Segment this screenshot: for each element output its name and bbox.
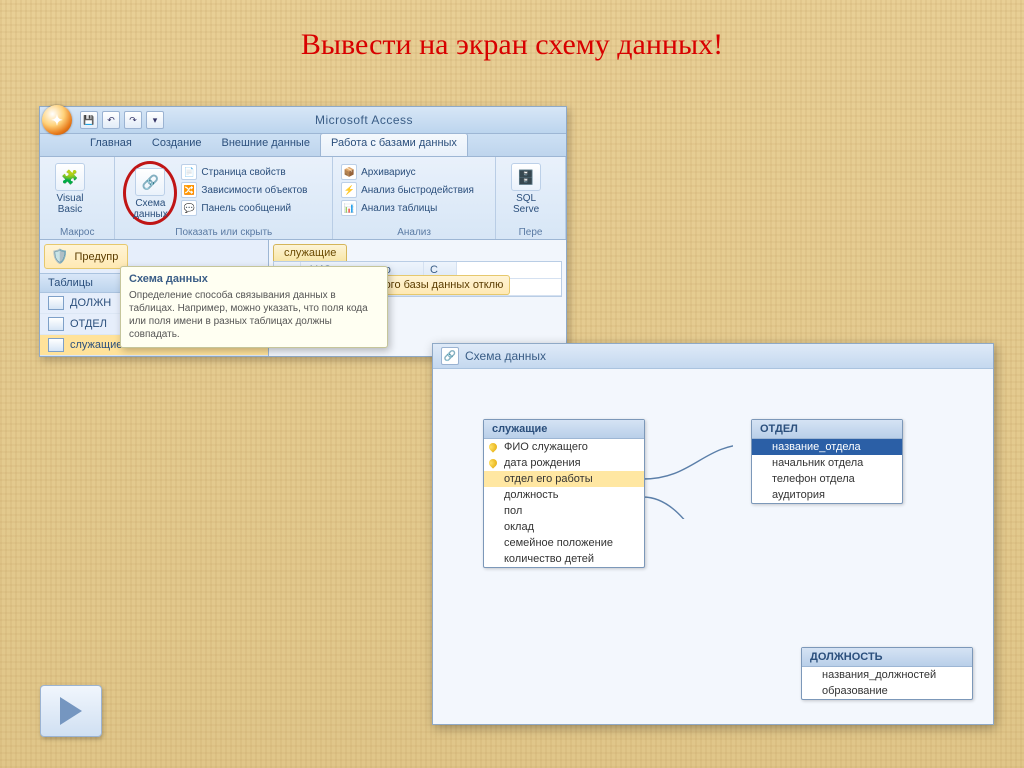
- field-selected[interactable]: название_отдела: [752, 439, 902, 455]
- msgbar-label: Панель сообщений: [201, 203, 291, 214]
- schema-highlight-circle: 🔗 Схема данных: [123, 161, 177, 225]
- qat-more-icon[interactable]: ▾: [146, 111, 164, 129]
- archiver-button[interactable]: 📦 Архивариус: [341, 163, 487, 181]
- shield-icon: 🛡️: [51, 248, 68, 265]
- ribbon-tabs: Главная Создание Внешние данные Работа с…: [40, 134, 566, 157]
- relationships-icon: 🔗: [135, 168, 165, 196]
- field-selected[interactable]: отдел его работы: [484, 471, 644, 487]
- relationships-icon: 🔗: [441, 347, 459, 365]
- table-box-department[interactable]: ОТДЕЛ название_отдела начальник отдела т…: [751, 419, 903, 504]
- perf-icon: ⚡: [341, 182, 357, 198]
- title-bar: ✦ 💾 ↶ ↷ ▾ Microsoft Access: [40, 107, 566, 134]
- field[interactable]: названия_должностей: [802, 667, 972, 683]
- antable-button[interactable]: 📊 Анализ таблицы: [341, 199, 487, 217]
- play-button[interactable]: [40, 685, 102, 737]
- security-label: Предупр: [74, 251, 118, 263]
- prop-page-label: Страница свойств: [201, 167, 285, 178]
- schema-titlebar[interactable]: 🔗 Схема данных: [433, 344, 993, 369]
- field[interactable]: семейное положение: [484, 535, 644, 551]
- table-header[interactable]: служащие: [484, 420, 644, 439]
- antable-icon: 📊: [341, 200, 357, 216]
- group-move-label: Пере: [496, 227, 565, 238]
- qat-redo-icon[interactable]: ↷: [124, 111, 142, 129]
- group-macros: 🧩 Visual Basic Макрос: [40, 157, 115, 239]
- sqlserver-button[interactable]: 🗄️ SQL Serve: [504, 161, 548, 215]
- table-box-employees[interactable]: служащие ФИО служащего дата рождения отд…: [483, 419, 645, 568]
- group-macros-label: Макрос: [40, 227, 114, 238]
- field[interactable]: аудитория: [752, 487, 902, 503]
- datasheet-tab[interactable]: служащие: [273, 244, 347, 261]
- nav-item-label: ДОЛЖН: [70, 297, 111, 309]
- field[interactable]: оклад: [484, 519, 644, 535]
- table-icon: [48, 296, 64, 310]
- nav-item-label: ОТДЕЛ: [70, 318, 107, 330]
- tab-dbtools[interactable]: Работа с базами данных: [320, 133, 468, 156]
- ribbon: 🧩 Visual Basic Макрос 🔗 Схема данных 📄 Ст…: [40, 157, 566, 240]
- group-show: 🔗 Схема данных 📄 Страница свойств 🔀 Зависи…: [115, 157, 333, 239]
- group-show-label: Показать или скрыть: [115, 227, 332, 238]
- vb-label: Visual Basic: [48, 193, 92, 215]
- play-icon: [60, 697, 82, 725]
- prop-page-icon: 📄: [181, 164, 197, 180]
- prop-page-button[interactable]: 📄 Страница свойств: [181, 163, 307, 181]
- pk-field[interactable]: ФИО служащего: [484, 439, 644, 455]
- field[interactable]: телефон отдела: [752, 471, 902, 487]
- tooltip-body: Определение способа связывания данных в …: [129, 289, 379, 341]
- tab-create[interactable]: Создание: [142, 134, 212, 156]
- qat-undo-icon[interactable]: ↶: [102, 111, 120, 129]
- schema-window: 🔗 Схема данных служащие ФИО служащего да…: [432, 343, 994, 725]
- schema-label: Схема данных: [128, 198, 172, 220]
- office-orb[interactable]: ✦: [42, 105, 72, 135]
- archiver-label: Архивариус: [361, 167, 416, 178]
- sqlserver-label: SQL Serve: [504, 193, 548, 215]
- field[interactable]: пол: [484, 503, 644, 519]
- table-icon: [48, 338, 64, 352]
- tab-external[interactable]: Внешние данные: [212, 134, 320, 156]
- schema-canvas[interactable]: служащие ФИО служащего дата рождения отд…: [433, 369, 993, 725]
- vb-icon: 🧩: [55, 163, 85, 191]
- tab-home[interactable]: Главная: [80, 134, 142, 156]
- qat-save-icon[interactable]: 💾: [80, 111, 98, 129]
- archiver-icon: 📦: [341, 164, 357, 180]
- schema-window-title: Схема данных: [465, 349, 546, 363]
- sqlserver-icon: 🗄️: [511, 163, 541, 191]
- table-header[interactable]: ОТДЕЛ: [752, 420, 902, 439]
- security-bar[interactable]: 🛡️ Предупр: [44, 244, 128, 269]
- antable-label: Анализ таблицы: [361, 203, 437, 214]
- field[interactable]: должность: [484, 487, 644, 503]
- msgbar-button[interactable]: 💬 Панель сообщений: [181, 199, 307, 217]
- deps-label: Зависимости объектов: [201, 185, 307, 196]
- tooltip: Схема данных Определение способа связыва…: [120, 266, 388, 348]
- table-header[interactable]: ДОЛЖНОСТЬ: [802, 648, 972, 667]
- perf-label: Анализ быстродействия: [361, 185, 474, 196]
- field[interactable]: начальник отдела: [752, 455, 902, 471]
- field[interactable]: образование: [802, 683, 972, 699]
- schema-button[interactable]: 🔗 Схема данных: [128, 166, 172, 220]
- table-box-position[interactable]: ДОЛЖНОСТЬ названия_должностей образовани…: [801, 647, 973, 700]
- security-tail: мого базы данных отклю: [370, 275, 510, 295]
- field[interactable]: количество детей: [484, 551, 644, 567]
- app-title: Microsoft Access: [166, 113, 562, 127]
- perf-button[interactable]: ⚡ Анализ быстродействия: [341, 181, 487, 199]
- table-icon: [48, 317, 64, 331]
- deps-button[interactable]: 🔀 Зависимости объектов: [181, 181, 307, 199]
- group-analyze-label: Анализ: [333, 227, 495, 238]
- deps-icon: 🔀: [181, 182, 197, 198]
- group-move: 🗄️ SQL Serve Пере: [496, 157, 566, 239]
- vb-button[interactable]: 🧩 Visual Basic: [48, 161, 92, 215]
- nav-item-label: служащие: [70, 339, 122, 351]
- slide-title: Вывести на экран схему данных!: [0, 28, 1024, 62]
- group-analyze: 📦 Архивариус ⚡ Анализ быстродействия 📊 Анал…: [333, 157, 496, 239]
- tooltip-title: Схема данных: [129, 273, 379, 285]
- msgbar-icon: 💬: [181, 200, 197, 216]
- pk-field[interactable]: дата рождения: [484, 455, 644, 471]
